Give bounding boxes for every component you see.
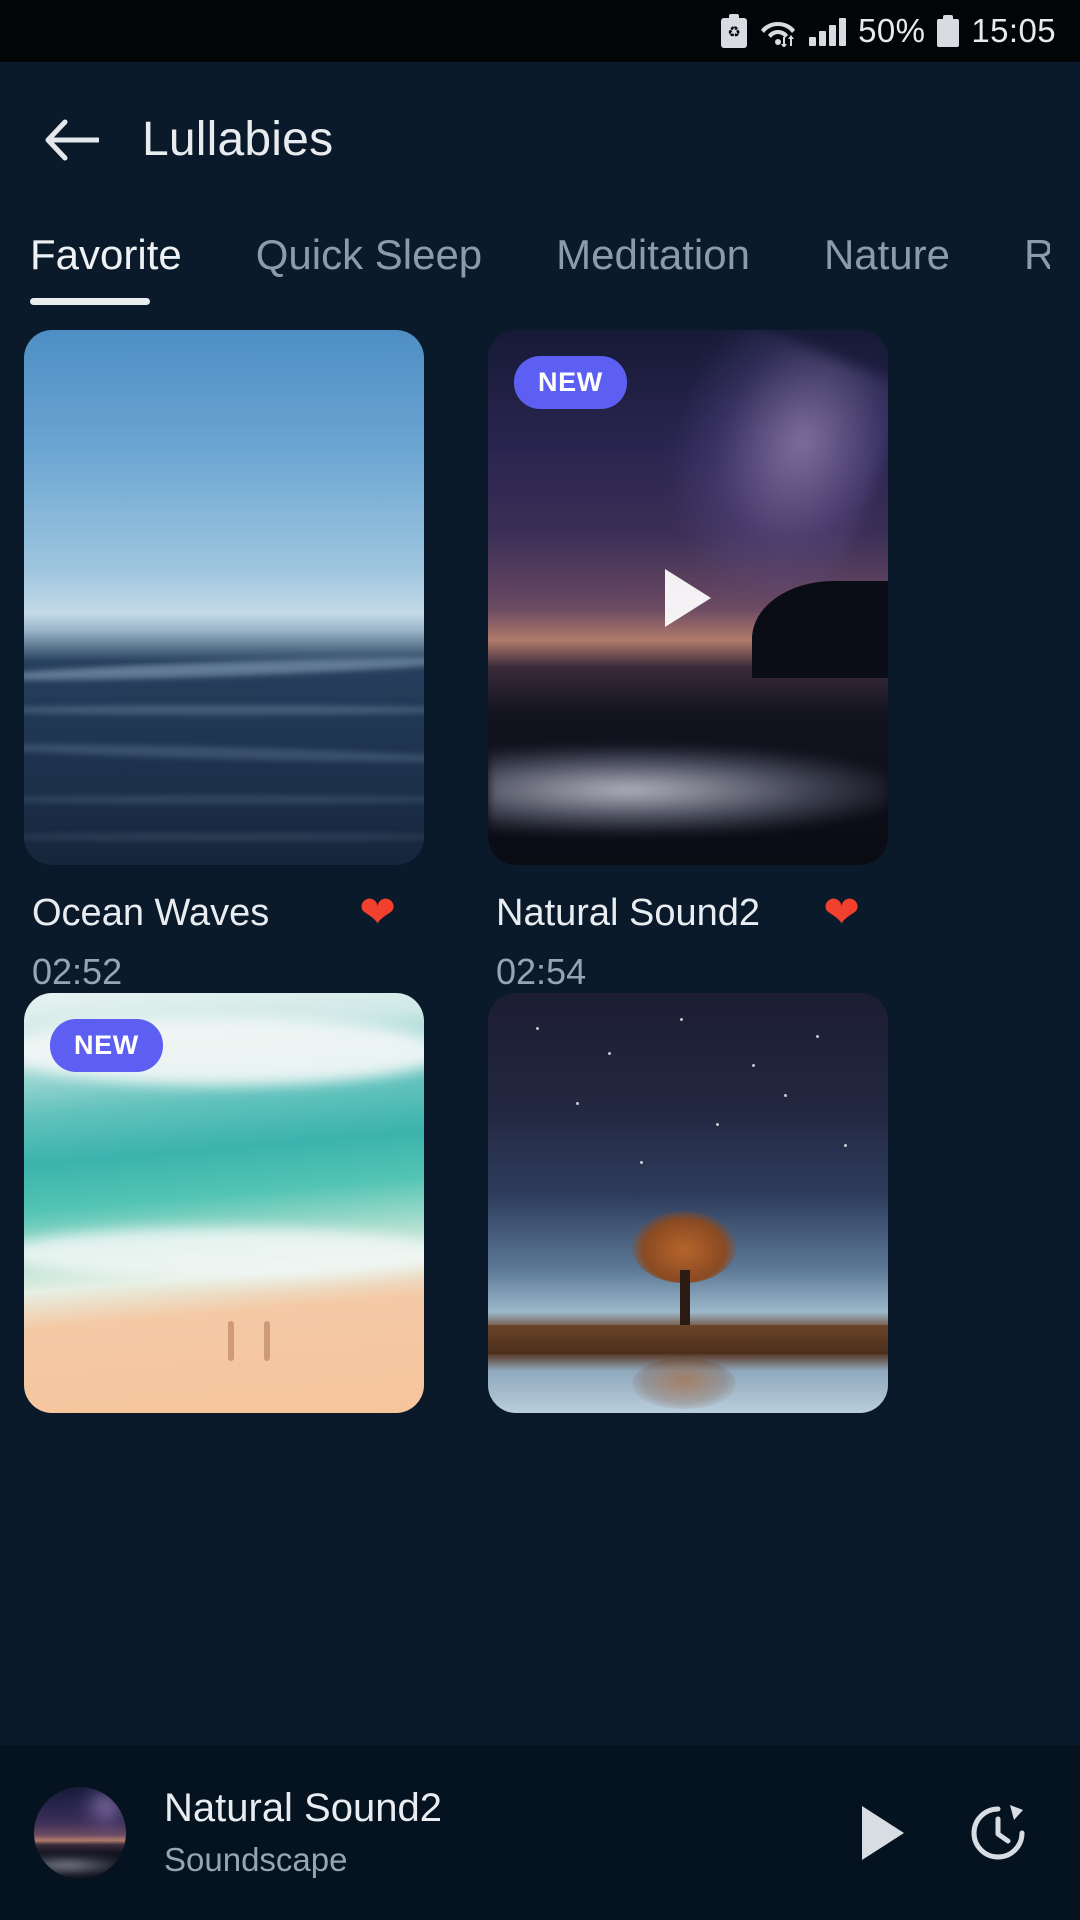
battery-percent-label: 50% (858, 12, 926, 49)
track-row: NEW (0, 993, 1080, 1413)
battery-icon (937, 15, 960, 47)
tab-favorite[interactable]: Favorite (30, 217, 182, 305)
track-title: Natural Sound2 (496, 891, 761, 934)
track-artwork[interactable] (488, 993, 888, 1413)
app-bar: Lullabies (0, 62, 1080, 217)
tab-label: R (1024, 231, 1051, 278)
tab-label: Quick Sleep (255, 231, 483, 278)
heart-filled-icon[interactable]: ❤ (823, 891, 860, 935)
back-button[interactable] (24, 92, 120, 188)
track-card-ocean-waves[interactable]: Ocean Waves ❤ 02:52 (24, 330, 464, 993)
track-card-aerial-beach[interactable]: NEW (24, 993, 464, 1413)
tab-meditation[interactable]: Meditation (556, 217, 750, 279)
tab-label: Favorite (30, 231, 182, 278)
power-saving-battery-icon: ♻ (721, 14, 748, 48)
tab-quick-sleep[interactable]: Quick Sleep (256, 217, 482, 279)
tab-active-indicator (30, 298, 150, 305)
sleep-timer-icon[interactable] (966, 1801, 1030, 1865)
lone-tree-reflection-artwork (488, 993, 888, 1413)
track-meta: Natural Sound2 ❤ 02:54 (488, 865, 888, 993)
tab-next-clipped[interactable]: R (1024, 217, 1050, 279)
mini-player[interactable]: Natural Sound2 Soundscape (0, 1745, 1080, 1920)
track-artwork[interactable] (24, 330, 424, 865)
track-grid: Ocean Waves ❤ 02:52 NEW Natural Sound2 ❤… (0, 330, 1080, 1413)
track-title: Ocean Waves (32, 891, 270, 934)
app-screen: ♻ 50% 15:05 Lullabies Favorite Quick Sle… (0, 0, 1080, 1920)
track-card-natural-sound2[interactable]: NEW Natural Sound2 ❤ 02:54 (488, 330, 928, 993)
play-icon[interactable] (665, 568, 711, 627)
new-badge: NEW (50, 1019, 163, 1072)
mini-player-info: Natural Sound2 Soundscape (164, 1786, 862, 1879)
track-duration: 02:52 (32, 951, 123, 992)
status-bar: ♻ 50% 15:05 (0, 0, 1080, 62)
signal-icon (809, 16, 847, 46)
heart-filled-icon[interactable]: ❤ (359, 891, 396, 935)
arrow-left-icon (45, 119, 99, 160)
mini-player-thumbnail[interactable] (34, 1786, 126, 1879)
play-button[interactable] (862, 1805, 904, 1860)
page-title: Lullabies (142, 113, 334, 166)
track-meta: Ocean Waves ❤ 02:52 (24, 865, 424, 993)
wifi-icon (759, 15, 797, 47)
track-artwork[interactable]: NEW (24, 993, 424, 1413)
track-card-lone-tree[interactable] (488, 993, 928, 1413)
tab-label: Meditation (556, 231, 750, 278)
tab-bar[interactable]: Favorite Quick Sleep Meditation Nature R (0, 217, 1080, 322)
new-badge: NEW (514, 356, 627, 409)
clock-label: 15:05 (971, 12, 1056, 49)
track-row: Ocean Waves ❤ 02:52 NEW Natural Sound2 ❤… (0, 330, 1080, 993)
track-duration: 02:54 (496, 951, 587, 992)
tab-nature[interactable]: Nature (824, 217, 950, 279)
track-artwork[interactable]: NEW (488, 330, 888, 865)
tab-label: Nature (823, 231, 951, 278)
ocean-waves-artwork (24, 330, 424, 865)
night-sky-beach-artwork (34, 1786, 126, 1879)
mini-player-title: Natural Sound2 (164, 1786, 442, 1830)
mini-player-subtitle: Soundscape (164, 1841, 348, 1878)
